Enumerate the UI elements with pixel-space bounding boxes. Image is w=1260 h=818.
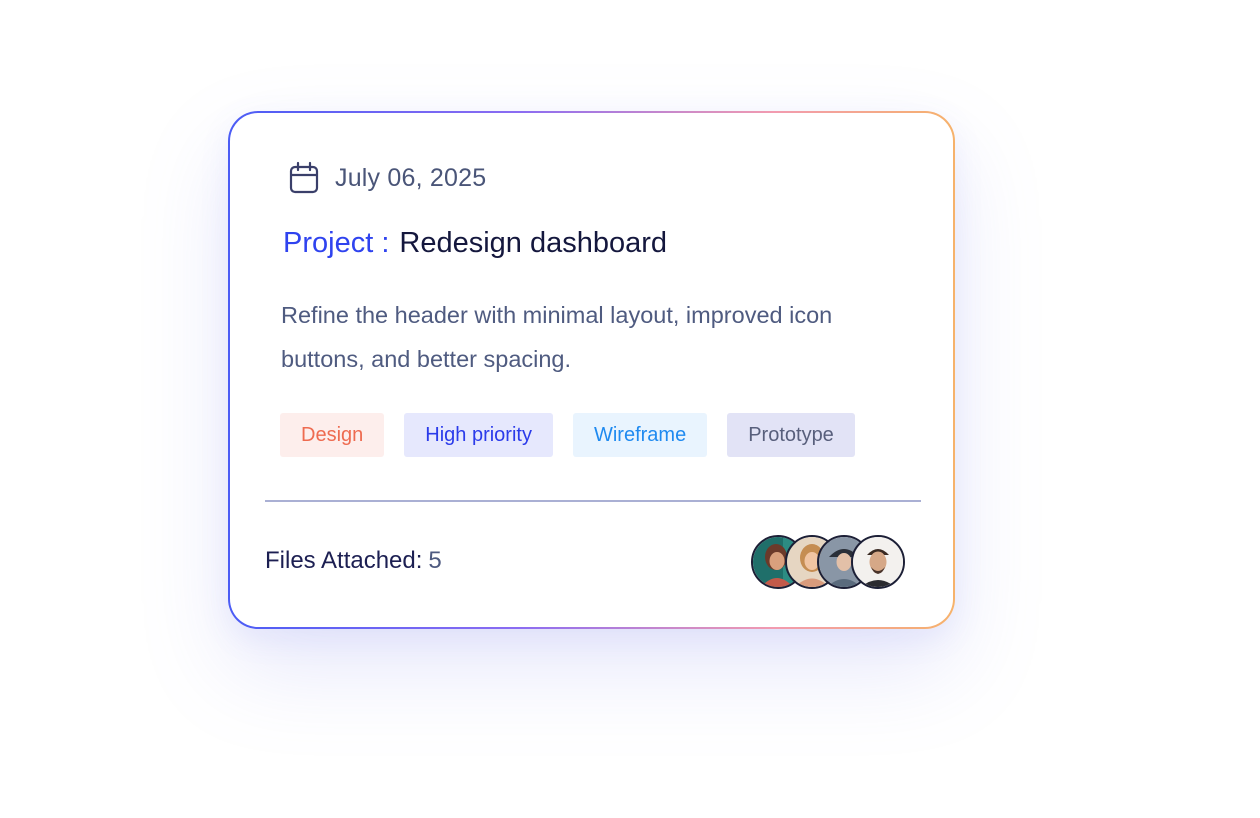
task-card[interactable]: July 06, 2025 Project : Redesign dashboar…: [230, 113, 953, 627]
tag-list: Design High priority Wireframe Prototype: [280, 413, 855, 457]
avatar[interactable]: [851, 535, 905, 589]
tag-wireframe[interactable]: Wireframe: [572, 413, 708, 457]
files-label: Files Attached:: [265, 547, 423, 574]
tag-high-priority[interactable]: High priority: [404, 413, 553, 457]
card-title: Project : Redesign dashboard: [283, 227, 667, 260]
page-stage: July 06, 2025 Project : Redesign dashboar…: [0, 0, 1260, 818]
tag-design[interactable]: Design: [280, 413, 385, 457]
files-attached[interactable]: Files Attached: 5: [265, 547, 442, 575]
card-description: Refine the header with minimal layout, i…: [281, 302, 833, 372]
task-card-border: July 06, 2025 Project : Redesign dashboar…: [228, 111, 955, 629]
project-name: Redesign dashboard: [399, 227, 668, 259]
title-prefix: Project :: [283, 227, 390, 259]
files-count: 5: [428, 547, 442, 574]
tag-prototype[interactable]: Prototype: [727, 413, 855, 457]
due-date: July 06, 2025: [335, 163, 487, 192]
avatar-group[interactable]: [751, 535, 905, 589]
divider: [265, 500, 921, 502]
calendar-icon: [288, 161, 320, 195]
date-row: July 06, 2025: [288, 161, 486, 195]
